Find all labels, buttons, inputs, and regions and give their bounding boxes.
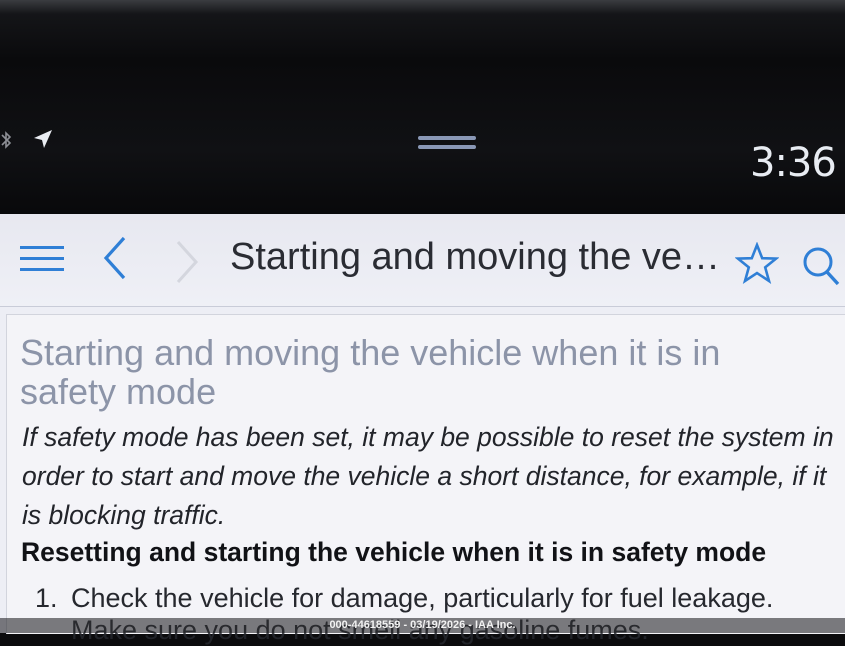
app-window: Starting and moving the ve… Starting and… xyxy=(0,214,845,645)
article-intro: If safety mode has been set, it may be p… xyxy=(22,422,834,530)
step-number: 1. xyxy=(35,583,58,613)
bluetooth-icon xyxy=(1,131,12,149)
star-icon[interactable] xyxy=(735,242,779,286)
list-item: 1. Check the vehicle for damage, particul… xyxy=(35,583,845,614)
article-title: Starting and moving the vehicle when it … xyxy=(20,332,721,412)
navigation-arrow-icon xyxy=(34,130,52,148)
back-icon[interactable] xyxy=(100,234,132,282)
watermark: 000-44618559 - 03/19/2026 - IAA Inc. xyxy=(0,618,845,633)
section-heading: Resetting and starting the vehicle when … xyxy=(21,537,767,567)
step-text: Check the vehicle for damage, particular… xyxy=(71,583,774,613)
drag-handle-icon[interactable] xyxy=(418,136,476,152)
forward-icon[interactable] xyxy=(170,238,202,286)
page-title: Starting and moving the ve… xyxy=(230,236,721,278)
status-bar: 3:36 xyxy=(0,0,845,218)
clock: 3:36 xyxy=(750,140,837,186)
article-content: Starting and moving the vehicle when it … xyxy=(6,314,845,645)
app-header: Starting and moving the ve… xyxy=(0,214,845,307)
search-icon[interactable] xyxy=(800,244,840,286)
menu-icon[interactable] xyxy=(18,242,66,278)
